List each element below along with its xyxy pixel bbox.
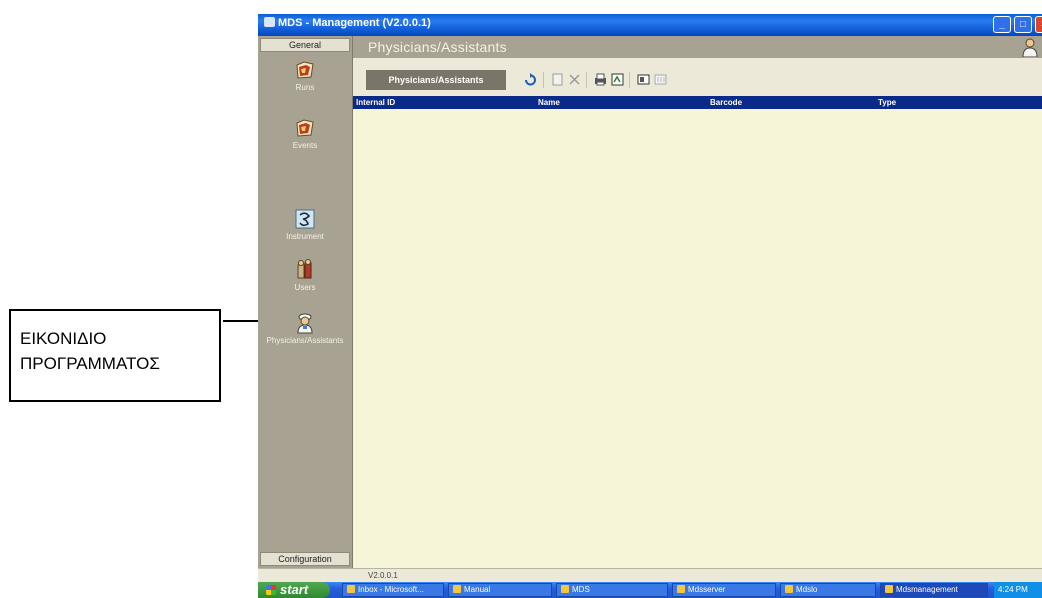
disabled-icon[interactable] <box>653 72 668 87</box>
sidebar-item-runs[interactable]: Runs <box>258 59 352 92</box>
import-icon[interactable] <box>636 72 651 87</box>
start-label: start <box>280 582 309 597</box>
windows-logo-icon <box>266 585 276 595</box>
instrument-icon <box>295 209 315 229</box>
system-tray: 4:24 PM <box>994 582 1042 598</box>
sidebar-item-label: Physicians/Assistants <box>266 336 344 345</box>
new-icon[interactable] <box>550 72 565 87</box>
sidebar: General Runs Events Instrument Users Phy… <box>258 36 353 568</box>
column-header-type[interactable]: Type <box>878 98 896 107</box>
toolbar-separator <box>586 72 587 88</box>
taskbar-item-label: Inbox - Microsoft... <box>358 585 424 594</box>
page-header: Physicians/Assistants <box>353 36 1042 58</box>
taskbar-item-mdsserver[interactable]: Mdsserver <box>672 583 776 597</box>
taskbar-item-label: Mdsserver <box>688 585 726 594</box>
sidebar-item-instrument[interactable]: Instrument <box>258 208 352 241</box>
column-header-name[interactable]: Name <box>538 98 560 107</box>
delete-icon[interactable] <box>567 72 582 87</box>
taskbar-item-mds[interactable]: MDS <box>556 583 668 597</box>
app-icon <box>264 17 275 27</box>
window-title-text: MDS - Management (V2.0.0.1) <box>278 17 431 29</box>
folder-icon <box>453 585 461 593</box>
sidebar-item-label: Users <box>294 283 316 292</box>
close-button[interactable]: × <box>1035 16 1042 33</box>
clock[interactable]: 4:24 PM <box>998 585 1028 594</box>
folder-icon <box>296 119 314 137</box>
status-bar: V2.0.0.1 <box>258 568 1042 582</box>
app-icon <box>785 585 793 593</box>
page-title: Physicians/Assistants <box>368 39 507 55</box>
physician-icon <box>297 313 313 334</box>
taskbar-item-label: Mdslo <box>796 585 818 594</box>
grid-header: Internal ID Name Barcode Type <box>353 96 1042 109</box>
refresh-icon[interactable] <box>523 72 538 87</box>
users-icon <box>297 259 312 279</box>
taskbar-item-mdsmanagement[interactable]: Mdsmanagement <box>880 583 988 597</box>
toolbar-separator <box>543 72 544 88</box>
taskbar-item-label: Manual <box>464 585 491 594</box>
sidebar-item-events[interactable]: Events <box>258 117 352 150</box>
annotation-arrow-line <box>223 320 261 322</box>
taskbar-item-label: MDS <box>572 585 590 594</box>
taskbar: start Inbox - Microsoft... Manual MDS Md… <box>258 582 1042 598</box>
general-tab[interactable]: General <box>260 38 350 52</box>
toolbar: Physicians/Assistants <box>353 58 1042 90</box>
annotation-line-2: ΠΡΟΓΡΑΜΜΑΤΟΣ <box>20 354 160 373</box>
folder-icon <box>561 585 569 593</box>
taskbar-item-inbox[interactable]: Inbox - Microsoft... <box>342 583 444 597</box>
sidebar-item-label: Events <box>292 141 318 150</box>
tab-physicians-assistants[interactable]: Physicians/Assistants <box>366 70 506 90</box>
app-icon <box>885 585 893 593</box>
title-bar[interactable]: MDS - Management (V2.0.0.1) _ □ × <box>258 14 1042 36</box>
server-icon <box>677 585 685 593</box>
column-header-barcode[interactable]: Barcode <box>710 98 742 107</box>
outlook-icon <box>347 585 355 593</box>
configuration-tab[interactable]: Configuration <box>260 552 350 566</box>
maximize-button[interactable]: □ <box>1014 16 1032 33</box>
start-button[interactable]: start <box>258 582 330 598</box>
status-version: V2.0.0.1 <box>368 571 398 580</box>
sidebar-item-label: Instrument <box>286 232 324 241</box>
sidebar-item-users[interactable]: Users <box>258 259 352 292</box>
toolbar-separator <box>629 72 630 88</box>
grid-body[interactable] <box>353 109 1042 568</box>
taskbar-item-mdslo[interactable]: Mdslo <box>780 583 876 597</box>
annotation-callout: ΕΙΚΟΝΙΔΙΟ ΠΡΟΓΡΑΜΜΑΤΟΣ <box>9 309 221 402</box>
taskbar-item-label: Mdsmanagement <box>896 585 958 594</box>
column-header-internal-id[interactable]: Internal ID <box>356 98 395 107</box>
physician-icon <box>1022 38 1038 57</box>
sidebar-item-label: Runs <box>295 83 315 92</box>
taskbar-item-manual[interactable]: Manual <box>448 583 552 597</box>
window-title: MDS - Management (V2.0.0.1) <box>264 17 431 29</box>
print-icon[interactable] <box>593 72 608 87</box>
app-window: MDS - Management (V2.0.0.1) _ □ × Genera… <box>258 14 1042 582</box>
export-icon[interactable] <box>610 72 625 87</box>
annotation-line-1: ΕΙΚΟΝΙΔΙΟ <box>20 329 107 348</box>
folder-icon <box>296 61 314 79</box>
minimize-button[interactable]: _ <box>993 16 1011 33</box>
sidebar-item-physicians-assistants[interactable]: Physicians/Assistants <box>258 312 352 345</box>
